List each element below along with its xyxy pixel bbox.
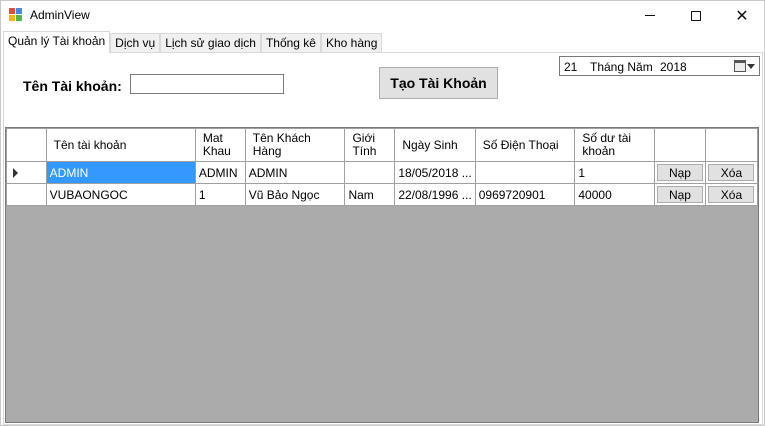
create-account-button[interactable]: Tạo Tài Khoản [379, 67, 498, 99]
cell-delete: Xóa [704, 183, 759, 206]
tab-warehouse[interactable]: Kho hàng [320, 33, 383, 53]
admin-window: AdminView ✕ Quản lý Tài khoản Dịch vụ Lị… [0, 0, 765, 426]
col-header-customer-name[interactable]: Tên Khách Hàng [244, 128, 346, 162]
cell-gender[interactable]: Nam [344, 183, 396, 206]
col-header-gender[interactable]: Giới Tính [344, 128, 396, 162]
date-picker[interactable]: 21 Tháng Năm 2018 [559, 56, 760, 76]
delete-button[interactable]: Xóa [708, 164, 755, 181]
cell-phone[interactable]: 0969720901 [474, 183, 576, 206]
grid-header-row: Tên tài khoản Mat Khau Tên Khách Hàng Gi… [6, 128, 759, 162]
cell-gender[interactable] [344, 161, 396, 184]
account-name-label: Tên Tài khoản: [23, 78, 122, 94]
tab-services[interactable]: Dịch vụ [110, 33, 161, 53]
title-bar[interactable]: AdminView ✕ [1, 1, 764, 30]
cell-password[interactable]: ADMIN [194, 161, 246, 184]
table-row[interactable]: ADMIN ADMIN ADMIN 18/05/2018 ... 1 Nạp X… [6, 161, 759, 184]
chevron-down-icon [747, 63, 755, 69]
maximize-button[interactable] [673, 1, 719, 30]
calendar-icon [734, 60, 746, 72]
app-icon [9, 8, 23, 22]
accounts-grid[interactable]: Tên tài khoản Mat Khau Tên Khách Hàng Gi… [5, 127, 759, 423]
calendar-dropdown-button[interactable] [734, 59, 758, 73]
close-button[interactable]: ✕ [719, 1, 765, 30]
cell-account-name[interactable]: ADMIN [45, 161, 196, 184]
account-name-input[interactable] [130, 74, 284, 94]
col-header-account-name[interactable]: Tên tài khoản [45, 128, 196, 162]
cell-customer-name[interactable]: Vũ Bảo Ngọc [244, 183, 346, 206]
cell-recharge: Nạp [653, 161, 706, 184]
col-header-birth-date[interactable]: Ngày Sinh [394, 128, 476, 162]
recharge-button[interactable]: Nạp [656, 164, 703, 181]
minimize-icon [645, 15, 655, 16]
current-row-icon [13, 168, 18, 179]
close-icon: ✕ [735, 5, 749, 25]
tab-strip: Quản lý Tài khoản Dịch vụ Lịch sử giao d… [3, 31, 383, 53]
cell-account-name[interactable]: VUBAONGOC [45, 183, 196, 206]
cell-birth-date[interactable]: 18/05/2018 ... [394, 161, 476, 184]
cell-recharge: Nạp [653, 183, 706, 206]
row-header-corner [6, 128, 47, 162]
cell-delete: Xóa [704, 161, 759, 184]
accounts-table: Tên tài khoản Mat Khau Tên Khách Hàng Gi… [6, 128, 759, 206]
row-header[interactable] [6, 183, 47, 206]
recharge-button[interactable]: Nạp [656, 186, 703, 203]
col-header-recharge [653, 128, 706, 162]
table-row[interactable]: VUBAONGOC 1 Vũ Bảo Ngọc Nam 22/08/1996 .… [6, 183, 759, 206]
col-header-delete [704, 128, 759, 162]
cell-customer-name[interactable]: ADMIN [244, 161, 346, 184]
cell-birth-date[interactable]: 22/08/1996 ... [394, 183, 476, 206]
minimize-button[interactable] [627, 1, 673, 30]
maximize-icon [691, 10, 701, 21]
tab-account-management[interactable]: Quản lý Tài khoản [3, 31, 111, 53]
date-day[interactable]: 21 [564, 60, 577, 74]
tab-transaction-history[interactable]: Lịch sử giao dịch [160, 33, 261, 53]
cell-balance[interactable]: 40000 [574, 183, 655, 206]
row-header[interactable] [6, 161, 47, 184]
date-year[interactable]: 2018 [660, 60, 687, 74]
date-month[interactable]: Tháng Năm [590, 60, 653, 74]
cell-balance[interactable]: 1 [574, 161, 655, 184]
col-header-phone[interactable]: Số Điện Thoại [474, 128, 576, 162]
cell-password[interactable]: 1 [194, 183, 246, 206]
cell-phone[interactable] [474, 161, 576, 184]
delete-button[interactable]: Xóa [708, 186, 755, 203]
window-title: AdminView [30, 8, 90, 22]
tab-statistics[interactable]: Thống kê [260, 33, 321, 53]
col-header-password[interactable]: Mat Khau [194, 128, 246, 162]
col-header-balance[interactable]: Số dư tài khoản [574, 128, 655, 162]
